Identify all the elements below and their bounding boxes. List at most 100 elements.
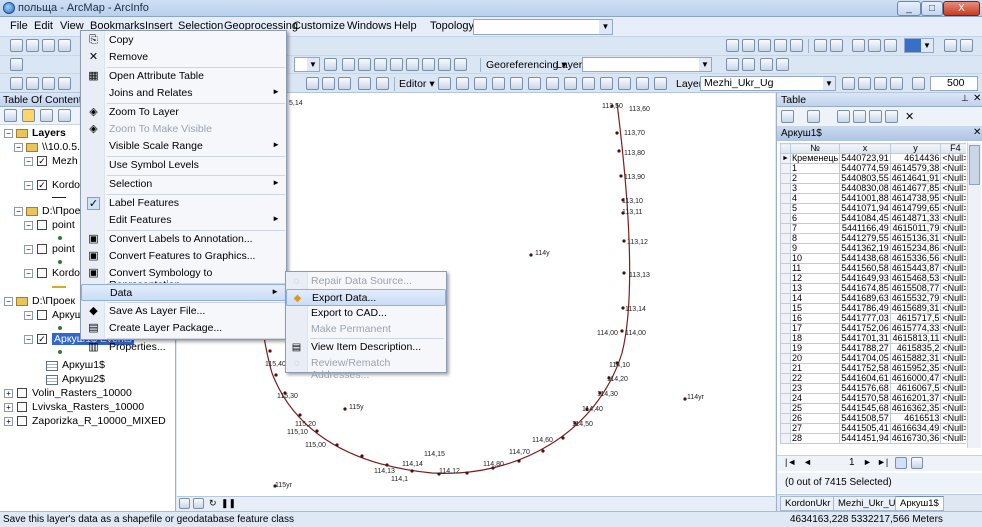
scale-combo[interactable]: ▼ (294, 57, 320, 72)
map-point[interactable] (465, 471, 469, 475)
table-cell[interactable]: 15 (789, 303, 841, 314)
table-cell[interactable]: 4615813,11 (889, 333, 942, 344)
tool-icon[interactable] (852, 39, 865, 52)
row-selector[interactable]: ► (780, 153, 791, 164)
goto-xy-icon[interactable] (338, 77, 351, 90)
minimize-button[interactable]: _ (897, 1, 921, 16)
table-cell[interactable]: 5441560,58 (839, 263, 891, 274)
table-row[interactable]: 6 5441084,45 4614871,33 <Null> (780, 213, 966, 224)
context-menu-item[interactable]: ◈ Zoom To Make Visible (81, 121, 286, 138)
table-cell[interactable]: Кременець (789, 153, 841, 164)
table-cell[interactable]: 5441071,94 (839, 203, 891, 214)
context-menu-item[interactable]: ▥ Properties... (81, 339, 286, 356)
context-menu-item[interactable]: ▣ Convert Features to Graphics... (81, 248, 286, 265)
table-row[interactable]: 2 5440803,55 4614641,91 <Null> (780, 173, 966, 184)
row-selector[interactable] (780, 183, 791, 194)
table-cell[interactable]: 4616067,5 (889, 383, 942, 394)
tool-icon[interactable] (758, 39, 771, 52)
table-cell[interactable]: 4615882,31 (889, 353, 942, 364)
row-selector[interactable] (780, 303, 791, 314)
table-row[interactable]: 5 5441071,94 4614799,65 <Null> (780, 203, 966, 214)
data-submenu-item[interactable]: ◌ Repair Data Source... (286, 273, 446, 290)
layer-visibility-checkbox[interactable] (17, 402, 27, 412)
table-cell[interactable]: <Null> (940, 263, 966, 274)
layer-combo[interactable]: Mezhi_Ukr_Ug ▼ (700, 76, 836, 91)
table-cell[interactable]: 4615234,86 (889, 243, 942, 254)
row-selector[interactable] (780, 223, 791, 234)
table-row[interactable]: 14 5441689,63 4615532,79 <Null> (780, 293, 966, 304)
table-row[interactable]: 17 5441752,06 4615774,33 <Null> (780, 323, 966, 334)
row-selector[interactable] (780, 393, 791, 404)
tool-icon[interactable] (654, 77, 667, 90)
table-cell[interactable]: <Null> (940, 313, 966, 324)
row-selector[interactable] (780, 313, 791, 324)
tool-icon[interactable] (528, 77, 541, 90)
table-cell[interactable]: 5441674,85 (839, 283, 891, 294)
table-cell[interactable]: 5441084,45 (839, 213, 891, 224)
table-cell[interactable]: <Null> (940, 373, 966, 384)
georef-layer-combo[interactable]: ▼ (582, 57, 712, 72)
table-cell[interactable]: 4616000,47 (889, 373, 942, 384)
row-selector[interactable] (780, 333, 791, 344)
column-header[interactable]: № (789, 143, 841, 154)
context-menu-item[interactable]: ✕ Remove (81, 49, 286, 66)
first-record-icon[interactable]: |◄ (785, 457, 796, 467)
table-cell[interactable]: <Null> (940, 283, 966, 294)
tool-icon[interactable] (600, 77, 613, 90)
table-cell[interactable]: 22 (789, 373, 841, 384)
table-cell[interactable]: 5441508,57 (839, 413, 891, 424)
table-row[interactable]: 28 5441451,94 4616730,36 <Null> (780, 433, 966, 444)
layer-visibility-checkbox[interactable] (37, 310, 47, 320)
table-cell[interactable]: 6 (789, 213, 841, 224)
table-cell[interactable]: 5441166,49 (839, 223, 891, 234)
row-selector[interactable] (780, 213, 791, 224)
map-point[interactable] (360, 454, 364, 458)
new-document-icon[interactable] (10, 39, 23, 52)
layout-view-icon[interactable] (193, 498, 204, 509)
table-cell[interactable]: 5441362,19 (839, 243, 891, 254)
layer-visibility-checkbox[interactable]: ✓ (37, 334, 47, 344)
tool-icon[interactable] (582, 77, 595, 90)
table-cell[interactable]: <Null> (940, 273, 966, 284)
related-tables-icon[interactable] (807, 110, 820, 123)
switch-selection-icon[interactable] (853, 110, 866, 123)
table-cell[interactable]: <Null> (940, 153, 966, 164)
table-cell[interactable]: 13 (789, 283, 841, 294)
table-cell[interactable]: 5441001,88 (839, 193, 891, 204)
tool-icon[interactable] (776, 58, 789, 71)
map-point[interactable] (620, 329, 624, 333)
table-cell[interactable]: 16 (789, 313, 841, 324)
row-selector[interactable] (780, 273, 791, 284)
table-row[interactable]: ► Кременець 5440723,91 4614436 <Null> (780, 153, 966, 164)
tool-icon[interactable] (406, 58, 419, 71)
tool-icon[interactable] (790, 39, 803, 52)
row-selector[interactable] (780, 203, 791, 214)
table-cell[interactable]: 4614738,95 (889, 193, 942, 204)
table-cell[interactable]: 24 (789, 393, 841, 404)
table-cell[interactable]: <Null> (940, 423, 966, 434)
map-point[interactable] (298, 413, 302, 417)
tool-icon[interactable] (726, 58, 739, 71)
tool-icon[interactable] (376, 77, 389, 90)
collapse-icon[interactable]: − (14, 207, 23, 216)
table-cell[interactable]: <Null> (940, 243, 966, 254)
context-menu-item[interactable]: Selection ► (81, 176, 286, 193)
table-cell[interactable]: 19 (789, 343, 841, 354)
table-cell[interactable]: 4614871,33 (889, 213, 942, 224)
map-point[interactable] (617, 149, 621, 153)
data-submenu-item[interactable]: Export to CAD... (286, 305, 446, 322)
topology-combo[interactable]: ▼ (473, 19, 613, 35)
table-row[interactable]: 24 5441570,58 4616201,37 <Null> (780, 393, 966, 404)
table-cell[interactable]: 5441704,05 (839, 353, 891, 364)
table-cell[interactable]: 5441438,68 (839, 253, 891, 264)
table-cell[interactable]: 7 (789, 223, 841, 234)
collapse-icon[interactable]: − (4, 129, 13, 138)
table-cell[interactable]: 25 (789, 403, 841, 414)
table-cell[interactable]: 4615952,35 (889, 363, 942, 374)
table-options-icon[interactable] (781, 110, 794, 123)
table-cell[interactable]: 5440830,08 (839, 183, 891, 194)
tool-icon[interactable] (456, 77, 469, 90)
table-row[interactable]: 3 5440830,08 4614677,85 <Null> (780, 183, 966, 194)
tool-icon[interactable] (342, 58, 355, 71)
context-menu-item[interactable]: Use Symbol Levels (81, 157, 286, 174)
